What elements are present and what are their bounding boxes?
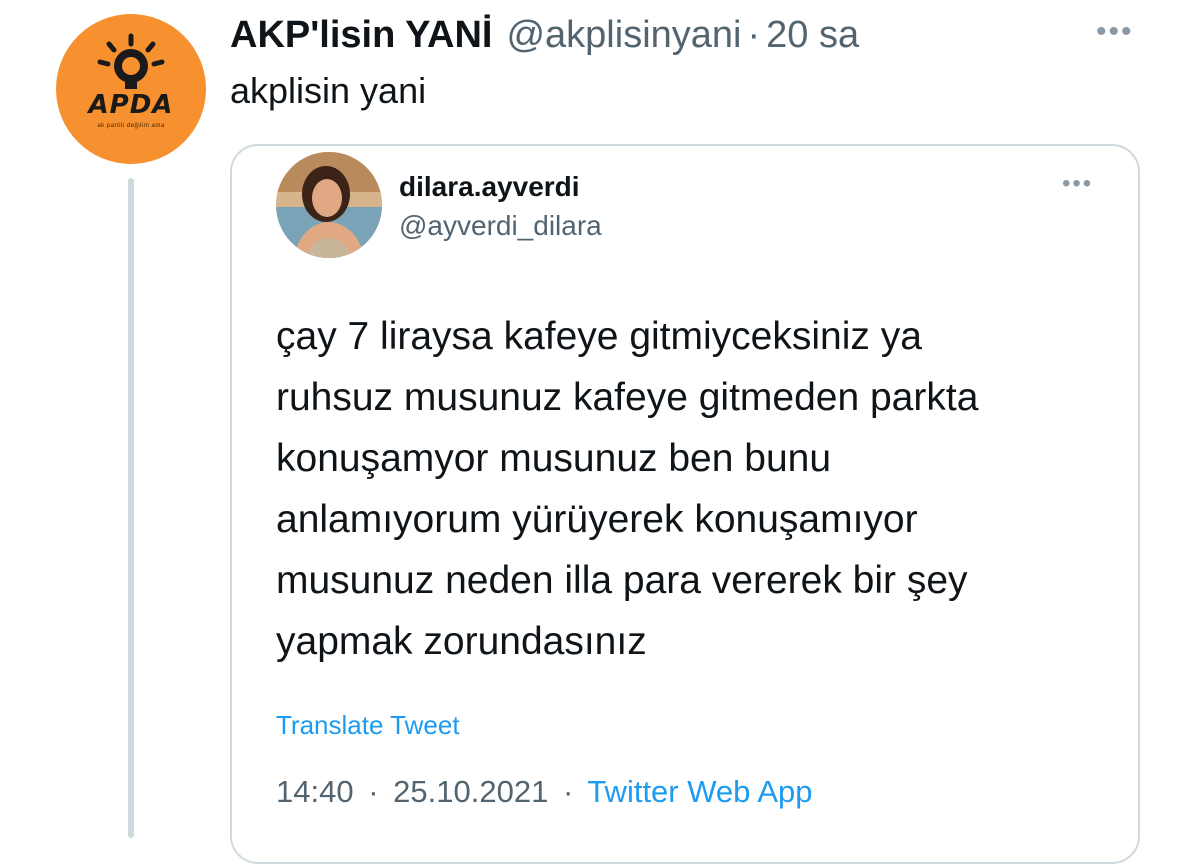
more-horizontal-icon[interactable]: ••• <box>1096 17 1134 47</box>
tweet-header: AKP'lisin YANİ @akplisinyani · 20 sa <box>230 12 859 58</box>
logo-subtext: ak partili değilim ama <box>97 123 165 129</box>
separator-dot: · <box>747 13 761 56</box>
translate-tweet-link[interactable]: Translate Tweet <box>276 710 460 741</box>
separator-dot: · <box>562 774 574 809</box>
separator-dot: · <box>368 774 379 809</box>
profile-photo-icon <box>276 152 382 258</box>
more-horizontal-icon[interactable]: ••• <box>1062 172 1093 196</box>
quoted-author-handle[interactable]: @ayverdi_dilara <box>399 210 602 242</box>
quoted-text-line: yapmak zorundasınız <box>276 620 647 663</box>
quoted-text-line: musunuz neden illa para vererek bir şey <box>276 559 968 602</box>
thread-line <box>128 178 134 838</box>
tweet-metadata: 14:40 · 25.10.2021 · Twitter Web App <box>276 774 812 810</box>
author-handle[interactable]: @akplisinyani <box>506 14 741 57</box>
quoted-tweet-card[interactable]: dilara.ayverdi @ayverdi_dilara ••• çay 7… <box>230 144 1140 864</box>
tweet-source-link[interactable]: Twitter Web App <box>587 774 812 809</box>
tweet-timestamp[interactable]: 14:40 <box>276 774 354 809</box>
quoted-text-line: ruhsuz musunuz kafeye gitmeden parkta <box>276 376 979 419</box>
tweet-date[interactable]: 25.10.2021 <box>393 774 548 809</box>
logo-text: APDA <box>88 90 174 120</box>
quoted-tweet-text: çay 7 liraysa kafeye gitmiyceksiniz ya r… <box>276 306 1096 672</box>
tweet-text: akplisin yani <box>230 70 427 111</box>
quoted-text-line: konuşamyor musunuz ben bunu <box>276 437 832 480</box>
author-avatar[interactable]: APDA ak partili değilim ama <box>56 14 206 164</box>
author-name[interactable]: AKP'lisin YANİ <box>230 14 492 57</box>
quoted-avatar[interactable] <box>276 152 382 258</box>
apda-logo-icon <box>97 33 165 89</box>
tweet-time[interactable]: 20 sa <box>766 14 859 57</box>
quoted-text-line: çay 7 liraysa kafeye gitmiyceksiniz ya <box>276 315 922 358</box>
quoted-text-line: anlamıyorum yürüyerek konuşamıyor <box>276 498 918 541</box>
quoted-author-name[interactable]: dilara.ayverdi <box>399 171 580 203</box>
